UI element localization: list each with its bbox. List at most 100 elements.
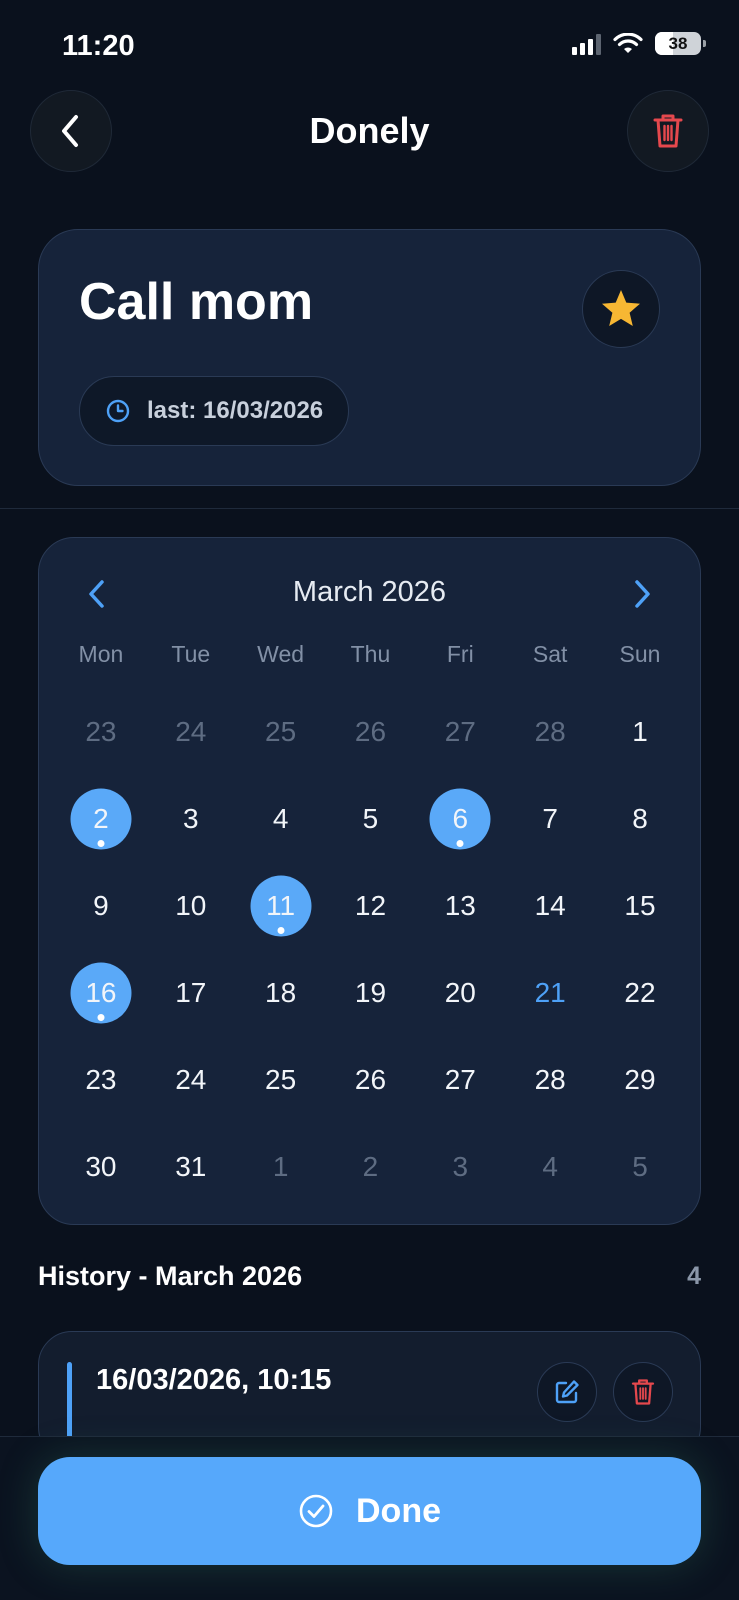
status-time: 11:20	[62, 30, 135, 62]
completion-dot	[456, 839, 464, 847]
done-button[interactable]: Done	[38, 1457, 701, 1565]
calendar-day[interactable]: 30	[56, 1123, 146, 1210]
calendar-day[interactable]: 26	[326, 1036, 416, 1123]
calendar-day[interactable]: 9	[56, 862, 146, 949]
calendar-day[interactable]: 4	[505, 1123, 595, 1210]
calendar-day-number: 14	[534, 889, 566, 921]
weekday-label: Sat	[532, 641, 568, 667]
weekday-header-row: Mon Tue Wed Thu Fri Sat Sun	[56, 641, 685, 668]
calendar-day[interactable]: 27	[415, 688, 505, 775]
last-done-label: last: 16/03/2026	[147, 397, 324, 424]
calendar-day[interactable]: 25	[236, 1036, 326, 1123]
done-button-label: Done	[356, 1491, 441, 1530]
history-item-datetime: 16/03/2026, 10:15	[96, 1364, 332, 1396]
calendar-day-number: 28	[534, 715, 566, 747]
calendar-day[interactable]: 23	[56, 688, 146, 775]
calendar-day-number: 27	[444, 715, 476, 747]
trash-icon	[631, 1379, 655, 1405]
calendar-day-number: 10	[175, 889, 207, 921]
delete-task-button[interactable]	[627, 90, 709, 172]
last-done-chip: last: 16/03/2026	[79, 376, 350, 446]
calendar-day-number: 3	[182, 802, 199, 834]
clock-icon	[106, 399, 130, 423]
calendar-day[interactable]: 27	[415, 1036, 505, 1123]
calendar-day-number: 24	[175, 1063, 207, 1095]
calendar-day-today[interactable]: 21	[505, 949, 595, 1036]
battery-level: 38	[668, 33, 688, 53]
star-icon	[602, 290, 640, 326]
weekday-label: Wed	[257, 641, 305, 667]
weekday-label: Mon	[78, 641, 124, 667]
calendar-day-number: 28	[534, 1063, 566, 1095]
calendar-day[interactable]: 1	[595, 688, 685, 775]
calendar-day[interactable]: 4	[236, 775, 326, 862]
calendar-day-number: 23	[85, 715, 117, 747]
calendar-day-number: 21	[534, 976, 566, 1008]
calendar-day-number: 8	[632, 802, 648, 834]
calendar-day-number: 7	[542, 802, 558, 834]
weekday-label: Fri	[446, 641, 474, 667]
calendar-day[interactable]: 19	[326, 949, 416, 1036]
calendar-day-number: 26	[354, 1063, 387, 1095]
calendar-day[interactable]: 17	[146, 949, 236, 1036]
calendar-day[interactable]: 2	[326, 1123, 416, 1210]
delete-entry-button[interactable]	[613, 1362, 673, 1422]
calendar-day-number: 26	[354, 715, 387, 747]
calendar-day-number: 31	[175, 1150, 207, 1182]
calendar-day-number: 5	[632, 1150, 648, 1182]
calendar-day[interactable]: 14	[505, 862, 595, 949]
calendar-day[interactable]: 25	[236, 688, 326, 775]
weekday-label: Tue	[171, 641, 211, 667]
calendar-day[interactable]: 23	[56, 1036, 146, 1123]
calendar-day-number: 2	[93, 802, 109, 834]
calendar-day-number: 24	[175, 715, 207, 747]
calendar-day[interactable]: 24	[146, 688, 236, 775]
calendar-day[interactable]: 7	[505, 775, 595, 862]
calendar-day[interactable]: 20	[415, 949, 505, 1036]
calendar-month-label: March 2026	[292, 576, 447, 608]
calendar: March 2026 Mon Tue Wed Thu Fri Sat Sun 23 24 25 2…	[38, 537, 701, 1225]
history-title: History - March 2026	[38, 1261, 303, 1291]
calendar-day-number: 11	[266, 889, 296, 921]
calendar-day[interactable]: 8	[595, 775, 685, 862]
calendar-day[interactable]: 12	[326, 862, 416, 949]
calendar-day-completed[interactable]: 2	[56, 775, 146, 862]
edit-icon	[555, 1380, 579, 1404]
calendar-day[interactable]: 24	[146, 1036, 236, 1123]
calendar-day-number: 13	[444, 889, 476, 921]
calendar-day-completed[interactable]: 16	[56, 949, 146, 1036]
calendar-day[interactable]: 5	[595, 1123, 685, 1210]
calendar-day[interactable]: 29	[595, 1036, 685, 1123]
calendar-day[interactable]: 28	[505, 688, 595, 775]
calendar-days-grid: 23 24 25 26 27 28 1 2 3 4 5 6 7 8 9 10 11 12 13 14 15 16 17 18 1…	[56, 688, 685, 1210]
calendar-day[interactable]: 13	[415, 862, 505, 949]
calendar-day[interactable]: 1	[236, 1123, 326, 1210]
next-month-button[interactable]	[624, 576, 660, 612]
history-count: 4	[687, 1262, 701, 1290]
calendar-day-completed[interactable]: 11	[236, 862, 326, 949]
edit-entry-button[interactable]	[537, 1362, 597, 1422]
calendar-day-number: 4	[272, 802, 289, 834]
calendar-day-number: 22	[624, 976, 656, 1008]
calendar-day[interactable]: 28	[505, 1036, 595, 1123]
calendar-day[interactable]: 3	[146, 775, 236, 862]
calendar-day[interactable]: 18	[236, 949, 326, 1036]
favorite-button[interactable]	[582, 270, 660, 348]
chevron-right-icon	[635, 580, 650, 608]
check-circle-icon	[299, 1494, 333, 1528]
calendar-day[interactable]: 31	[146, 1123, 236, 1210]
calendar-day-number: 29	[624, 1063, 656, 1095]
calendar-day-number: 20	[444, 976, 476, 1008]
calendar-day[interactable]: 10	[146, 862, 236, 949]
calendar-day[interactable]: 26	[326, 688, 416, 775]
calendar-day-number: 1	[272, 1150, 289, 1182]
calendar-day[interactable]: 3	[415, 1123, 505, 1210]
calendar-day-number: 12	[354, 889, 387, 921]
status-icons: 38	[572, 32, 706, 55]
calendar-day-number: 19	[354, 976, 387, 1008]
calendar-day[interactable]: 15	[595, 862, 685, 949]
calendar-day[interactable]: 22	[595, 949, 685, 1036]
section-divider	[0, 508, 739, 509]
calendar-day[interactable]: 5	[326, 775, 416, 862]
calendar-day-completed[interactable]: 6	[415, 775, 505, 862]
